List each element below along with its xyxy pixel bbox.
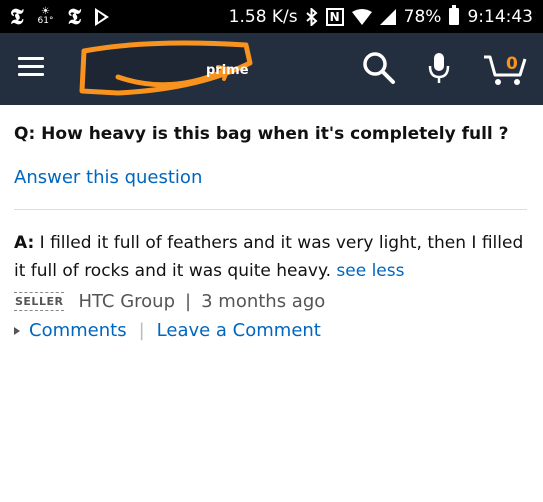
expand-triangle-icon[interactable] <box>14 326 20 335</box>
nyt-notification-icon: 𝕿 <box>10 3 24 30</box>
meta-separator: | <box>185 291 192 312</box>
answer-author: HTC Group <box>78 291 176 312</box>
app-header: prime 0 <box>0 33 543 105</box>
clock: 9:14:43 <box>467 6 533 27</box>
question-text: Q: How heavy is this bag when it's compl… <box>14 124 509 144</box>
answer-this-question-link[interactable]: Answer this question <box>14 167 202 188</box>
see-less-link[interactable]: see less <box>336 261 404 281</box>
menu-icon[interactable] <box>18 57 44 77</box>
battery-percent: 78% <box>403 6 442 27</box>
leave-comment-link[interactable]: Leave a Comment <box>157 320 321 341</box>
play-store-icon <box>94 7 109 26</box>
answer-time: 3 months ago <box>201 291 326 312</box>
wifi-icon <box>351 8 372 25</box>
divider <box>14 209 527 210</box>
prime-label: prime <box>206 63 249 78</box>
comments-row: Comments | Leave a Comment <box>14 320 321 341</box>
cart-icon[interactable]: 0 <box>482 51 528 91</box>
cart-count: 0 <box>506 54 518 74</box>
answer-block: A: I filled it full of feathers and it w… <box>14 229 529 285</box>
battery-icon <box>449 5 460 25</box>
nyt-notification-icon-2: 𝕿 <box>67 3 81 30</box>
seller-badge: SELLER <box>14 292 65 311</box>
signal-icon <box>379 8 396 25</box>
network-speed: 1.58 K/s <box>228 6 298 27</box>
comments-link[interactable]: Comments <box>29 320 127 341</box>
bluetooth-icon <box>305 7 318 26</box>
comments-separator: | <box>138 320 145 341</box>
weather-temp: 61° <box>37 16 54 26</box>
microphone-icon[interactable] <box>428 51 450 89</box>
answer-label: A: <box>14 233 35 253</box>
answer-text: I filled it full of feathers and it was … <box>14 233 524 281</box>
answer-meta: SELLER HTC Group | 3 months ago <box>14 291 325 312</box>
search-icon[interactable] <box>362 51 396 89</box>
weather-indicator: ☀ 61° <box>38 7 54 26</box>
status-bar: 𝕿 ☀ 61° 𝕿 1.58 K/s N 78% 9:14:43 <box>0 0 543 33</box>
nfc-icon: N <box>325 7 344 26</box>
